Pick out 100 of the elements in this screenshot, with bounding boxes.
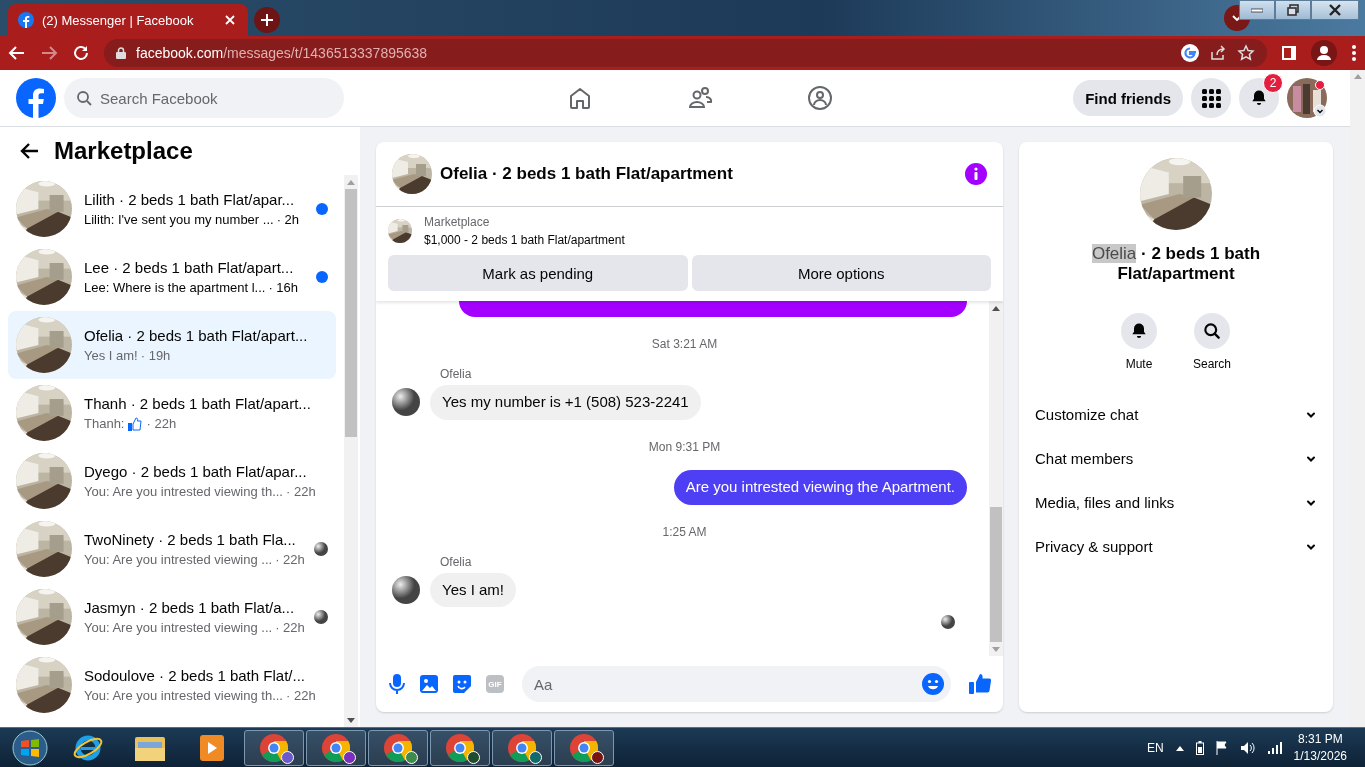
conversation-title: Jasmyn · 2 beds 1 bath Flat/a...: [84, 599, 296, 616]
plus-icon: [260, 13, 274, 27]
google-icon[interactable]: [1181, 44, 1199, 62]
battery-icon[interactable]: [1195, 740, 1204, 755]
sender-name: Ofelia: [440, 367, 472, 381]
conversation-title: Thanh · 2 beds 1 bath Flat/apart...: [84, 394, 312, 412]
notifications-button[interactable]: [1239, 78, 1279, 118]
account-avatar[interactable]: [1287, 78, 1327, 118]
tray-arrow-icon[interactable]: [1175, 744, 1184, 751]
chrome-icon[interactable]: [322, 733, 350, 762]
forward-icon[interactable]: [40, 44, 58, 62]
scrollbar[interactable]: [1350, 70, 1365, 727]
close-button[interactable]: [1311, 0, 1359, 20]
close-icon: [1328, 4, 1342, 16]
message-preview: You: Are you intrested viewing th...: [84, 688, 283, 703]
thumbs-up-icon[interactable]: [969, 673, 991, 695]
volume-icon[interactable]: [1239, 740, 1256, 755]
listing-source: Marketplace: [424, 215, 491, 229]
message-time: · 22h: [286, 484, 316, 499]
message-preview: Yes I am!: [84, 348, 138, 363]
side-panel-icon[interactable]: [1281, 45, 1297, 61]
share-icon[interactable]: [1209, 44, 1227, 62]
section-header[interactable]: Customize chat: [1027, 392, 1325, 437]
section-header[interactable]: Media, files and links: [1027, 480, 1325, 525]
signal-icon[interactable]: [1267, 741, 1282, 754]
image-icon[interactable]: [420, 675, 438, 693]
search-field[interactable]: Search Facebook: [64, 78, 344, 118]
profile-icon[interactable]: [1311, 40, 1337, 66]
scroll-down-icon[interactable]: [347, 717, 355, 723]
section-header[interactable]: Privacy & support: [1027, 524, 1325, 569]
message-input[interactable]: Aa: [522, 666, 951, 702]
clock-date[interactable]: 1/13/2026: [1293, 747, 1347, 765]
star-icon[interactable]: [1237, 44, 1255, 62]
conversation-item[interactable]: Lilith · 2 beds 1 bath Flat/apar... Lilith: I've sent you my number ... · 2h: [8, 175, 336, 243]
address-bar[interactable]: facebook.com/messages/t/1436513337895638: [104, 39, 1267, 67]
media-player-icon[interactable]: [199, 733, 225, 762]
chrome-icon[interactable]: [508, 733, 536, 762]
scrollbar[interactable]: [344, 175, 358, 727]
lock-icon[interactable]: [116, 47, 126, 59]
emoji-icon[interactable]: [922, 673, 944, 695]
avatar-icon: [392, 388, 420, 417]
facebook-icon: [18, 12, 34, 28]
restore-button[interactable]: [1275, 0, 1311, 20]
notification-badge: 2: [1263, 73, 1283, 93]
timestamp: Sat 3:21 AM: [651, 337, 718, 351]
listing-action-button[interactable]: More options: [691, 255, 991, 291]
conversation-item[interactable]: Sodoulove · 2 beds 1 bath Flat/... You: Are you intrested viewing th... · 22h: [8, 651, 336, 719]
message-preview: You: Are you intrested viewing ...: [84, 620, 273, 635]
section-header[interactable]: Chat members: [1027, 436, 1325, 481]
microphone-icon[interactable]: [388, 674, 406, 694]
conversation-item[interactable]: Thanh · 2 beds 1 bath Flat/apart... Thanh: · 22h: [8, 379, 336, 447]
search-icon: [76, 90, 92, 106]
chrome-icon[interactable]: [260, 733, 288, 762]
conversation-item[interactable]: Lee · 2 beds 1 bath Flat/apart... Lee: Where is the apartment l... · 16h: [8, 243, 336, 311]
chrome-icon[interactable]: [384, 733, 412, 762]
conversation-title: Ofelia · 2 beds 1 bath Flat/apart...: [84, 327, 309, 344]
listing-action-button[interactable]: Mark as pending: [388, 255, 688, 291]
search-icon: [1202, 320, 1222, 341]
chrome-icon[interactable]: [446, 733, 474, 762]
reload-icon[interactable]: [72, 44, 90, 62]
message-preview: Lilith: I've sent you my number ...: [84, 212, 274, 227]
conversation-item[interactable]: Jasmyn · 2 beds 1 bath Flat/a... You: Are you intrested viewing ... · 22h: [8, 583, 336, 651]
listing-summary: $1,000 - 2 beds 1 bath Flat/apartment: [424, 233, 625, 247]
conversation-title: Ofelia · 2 beds 1 bath Flat/apartment: [1090, 244, 1262, 285]
conversation-title: Sodoulove · 2 beds 1 bath Flat/...: [84, 667, 306, 684]
message-preview: You: Are you intrested viewing th...: [84, 484, 283, 499]
message-time: · 22h: [286, 688, 316, 703]
menu-button[interactable]: [1191, 78, 1231, 118]
timestamp: Mon 9:31 PM: [648, 439, 721, 454]
chrome-icon[interactable]: [570, 733, 598, 762]
message-bubble: Yes I am!: [430, 572, 516, 608]
start-button[interactable]: [12, 729, 48, 766]
friends-icon[interactable]: [687, 85, 713, 111]
scrollbar[interactable]: [989, 301, 1003, 656]
message-preview: Lee: Where is the apartment l...: [84, 280, 266, 295]
browser-tab[interactable]: (2) Messenger | Facebook: [8, 4, 248, 36]
thumbs-up-icon: [127, 415, 144, 432]
home-icon[interactable]: [567, 85, 593, 111]
back-icon[interactable]: [20, 141, 40, 161]
facebook-logo[interactable]: [16, 78, 56, 118]
groups-icon[interactable]: [807, 85, 833, 111]
message-preview: Thanh:: [84, 416, 125, 431]
minimize-button[interactable]: [1239, 0, 1275, 20]
info-icon[interactable]: [965, 163, 987, 185]
back-icon[interactable]: [8, 44, 26, 62]
conversation-item[interactable]: TwoNinety · 2 beds 1 bath Fla... You: Are you intrested viewing ... · 22h: [8, 515, 336, 583]
conversation-title: Lilith · 2 beds 1 bath Flat/apar...: [84, 191, 296, 208]
conversation-item[interactable]: Ofelia · 2 beds 1 bath Flat/apart... Yes I am! · 19h: [8, 311, 336, 379]
language-indicator[interactable]: EN: [1146, 740, 1164, 755]
new-tab-button[interactable]: [254, 7, 280, 33]
clock-time[interactable]: 8:31 PM: [1293, 730, 1347, 748]
conversation-item[interactable]: Dyego · 2 beds 1 bath Flat/apar... You: Are you intrested viewing th... · 22h: [8, 447, 336, 515]
sticker-icon[interactable]: [452, 674, 472, 694]
scroll-up-icon[interactable]: [992, 305, 1000, 311]
find-friends-button[interactable]: Find friends: [1073, 80, 1183, 116]
avatar-icon: [392, 575, 420, 604]
conversation-title: TwoNinety · 2 beds 1 bath Fla...: [84, 531, 297, 548]
conversation-title: Lee · 2 beds 1 bath Flat/apart...: [84, 259, 295, 276]
menu-icon[interactable]: [1351, 44, 1357, 62]
flag-icon[interactable]: [1215, 740, 1228, 755]
